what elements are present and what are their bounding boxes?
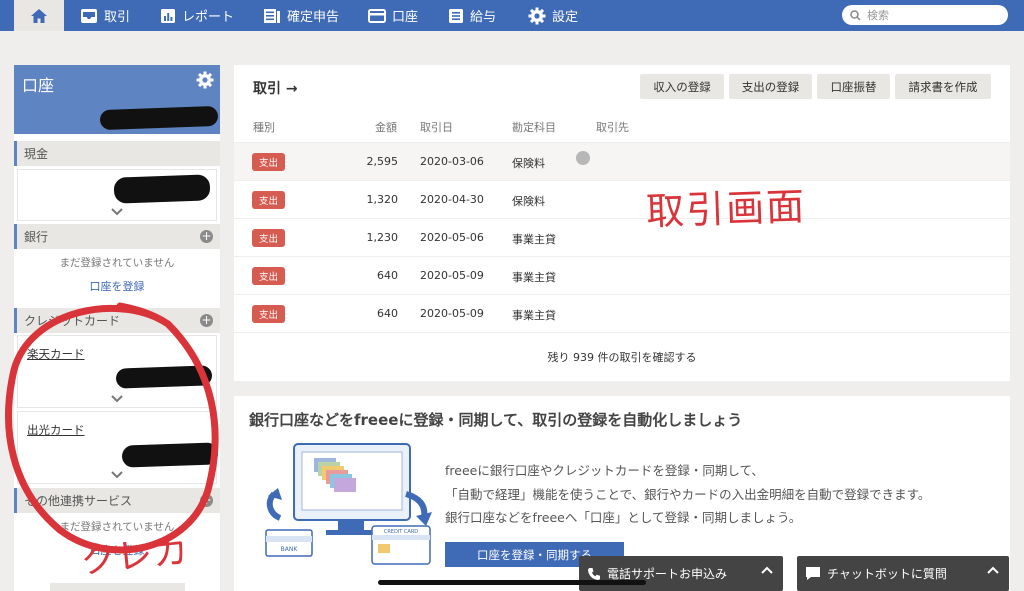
promo-line: 銀行口座などをfreeeへ「口座」として登録・同期しましょう。: [445, 510, 802, 525]
expense-badge: 支出: [252, 153, 285, 171]
register-bank-link[interactable]: 口座を登録: [14, 278, 220, 294]
account-cell: 保険料: [512, 157, 545, 170]
list-icon: [449, 8, 463, 23]
chart-icon: [161, 8, 175, 23]
transfer-button[interactable]: 口座振替: [817, 74, 890, 99]
date-cell: 2020-05-09: [420, 307, 484, 320]
section-bank: 銀行 +: [14, 224, 220, 249]
promo-title: 銀行口座などをfreeeに登録・同期して、取引の登録を自動化しましょう: [249, 411, 743, 429]
expense-badge: 支出: [252, 191, 285, 209]
nav-reports[interactable]: レポート: [160, 0, 234, 31]
date-cell: 2020-05-06: [420, 231, 484, 244]
section-label: 銀行: [24, 230, 49, 244]
section-cash: 現金: [14, 141, 220, 166]
gear-icon[interactable]: [196, 71, 214, 89]
date-cell: 2020-05-09: [420, 269, 484, 282]
column-header: 取引日: [420, 121, 453, 134]
inbox-icon: [81, 8, 97, 23]
amount-cell: 2,595: [366, 155, 399, 168]
nav-label: 口座: [392, 10, 419, 25]
view-more-link[interactable]: 残り 939 件の取引を確認する: [234, 349, 1010, 365]
amount-cell: 1,230: [366, 231, 399, 244]
column-header: 種別: [253, 121, 275, 134]
annotation-screen-label: 取引画面: [645, 184, 807, 234]
add-bank-icon[interactable]: +: [200, 230, 213, 243]
nav-tax-return[interactable]: 確定申告: [263, 0, 339, 31]
expense-badge: 支出: [252, 229, 285, 247]
amount-cell: 1,320: [366, 193, 399, 206]
column-header: 金額: [375, 121, 397, 134]
partner-indicator-icon: [576, 151, 590, 165]
nav-transactions[interactable]: 取引: [80, 0, 130, 31]
nav-home[interactable]: [14, 0, 64, 31]
nav-label: 取引: [104, 10, 131, 25]
nav-label: 設定: [552, 10, 579, 25]
add-income-button[interactable]: 収入の登録: [640, 74, 724, 99]
sidebar-header: 口座: [14, 65, 220, 134]
create-invoice-button[interactable]: 請求書を作成: [895, 74, 991, 99]
home-indicator: [378, 580, 646, 585]
promo-line: 「自動で経理」機能を使うことで、銀行やカードの入出金明細を自動で登録できます。: [445, 487, 931, 502]
chevron-down-icon[interactable]: [111, 208, 123, 216]
date-cell: 2020-04-30: [420, 193, 484, 206]
search-icon: [850, 9, 861, 21]
redaction-mark: [113, 174, 211, 204]
chevron-up-icon[interactable]: [761, 566, 773, 574]
expense-badge: 支出: [252, 305, 285, 323]
cash-account-card[interactable]: [17, 169, 217, 221]
account-cell: 事業主貸: [512, 309, 556, 322]
nav-label: 確定申告: [287, 10, 340, 25]
credit-card-label: CREDIT CARD: [384, 529, 418, 535]
chevron-up-icon[interactable]: [987, 566, 999, 574]
expense-badge: 支出: [252, 267, 285, 285]
section-label: 現金: [24, 147, 49, 161]
bank-empty-note: まだ登録されていません: [59, 257, 175, 269]
table-row[interactable]: 支出 1,230 2020-05-06 事業主貸: [234, 218, 1010, 256]
card-icon: [368, 8, 386, 23]
table-row[interactable]: 支出 2,595 2020-03-06 保険料: [234, 142, 1010, 180]
nav-settings[interactable]: 設定: [528, 0, 578, 31]
bank-label: BANK: [281, 546, 299, 553]
gear-icon: [528, 7, 546, 24]
table-row[interactable]: 支出 640 2020-05-09 事業主貸: [234, 294, 1010, 332]
nav-label: 給与: [470, 10, 497, 25]
nav-accounts[interactable]: 口座: [368, 0, 418, 31]
account-cell: 保険料: [512, 195, 545, 208]
amount-cell: 640: [377, 269, 398, 282]
panel-title: 取引 →: [253, 81, 298, 97]
amount-cell: 640: [377, 307, 398, 320]
search-input[interactable]: [867, 8, 997, 22]
document-icon: [264, 8, 280, 23]
transactions-title-link[interactable]: 取引 →: [253, 78, 298, 98]
search-box[interactable]: [842, 5, 1008, 25]
nav-payroll[interactable]: 給与: [448, 0, 496, 31]
top-nav: 取引 レポート 確定申告 口座 給与 設定: [0, 0, 1024, 31]
phone-icon: [588, 567, 600, 580]
redaction-mark: [99, 105, 219, 131]
account-cell: 事業主貸: [512, 233, 556, 246]
chat-icon: [806, 567, 820, 580]
account-cell: 事業主貸: [512, 271, 556, 284]
home-icon: [31, 8, 47, 23]
phone-support-widget[interactable]: 電話サポートお申込み: [579, 556, 783, 591]
promo-line: freeeに銀行口座やクレジットカードを登録・同期して、: [445, 463, 764, 478]
add-expense-button[interactable]: 支出の登録: [729, 74, 812, 99]
column-header: 取引先: [596, 121, 629, 134]
table-row[interactable]: 支出 640 2020-05-09 事業主貸: [234, 256, 1010, 294]
sync-illustration: BANK CREDIT CARD: [265, 443, 432, 565]
table-row[interactable]: 支出 1,320 2020-04-30 保険料: [234, 180, 1010, 218]
transactions-panel: 取引 → 収入の登録 支出の登録 口座振替 請求書を作成 種別 金額 取引日 勘…: [234, 65, 1010, 381]
row-divider: [234, 332, 1010, 333]
nav-label: レポート: [182, 10, 235, 25]
column-header: 勘定科目: [512, 121, 556, 134]
date-cell: 2020-03-06: [420, 155, 484, 168]
sidebar-title: 口座: [22, 76, 55, 95]
chatbot-widget[interactable]: チャットボットに質問: [797, 556, 1009, 591]
widget-label: チャットボットに質問: [827, 567, 947, 581]
